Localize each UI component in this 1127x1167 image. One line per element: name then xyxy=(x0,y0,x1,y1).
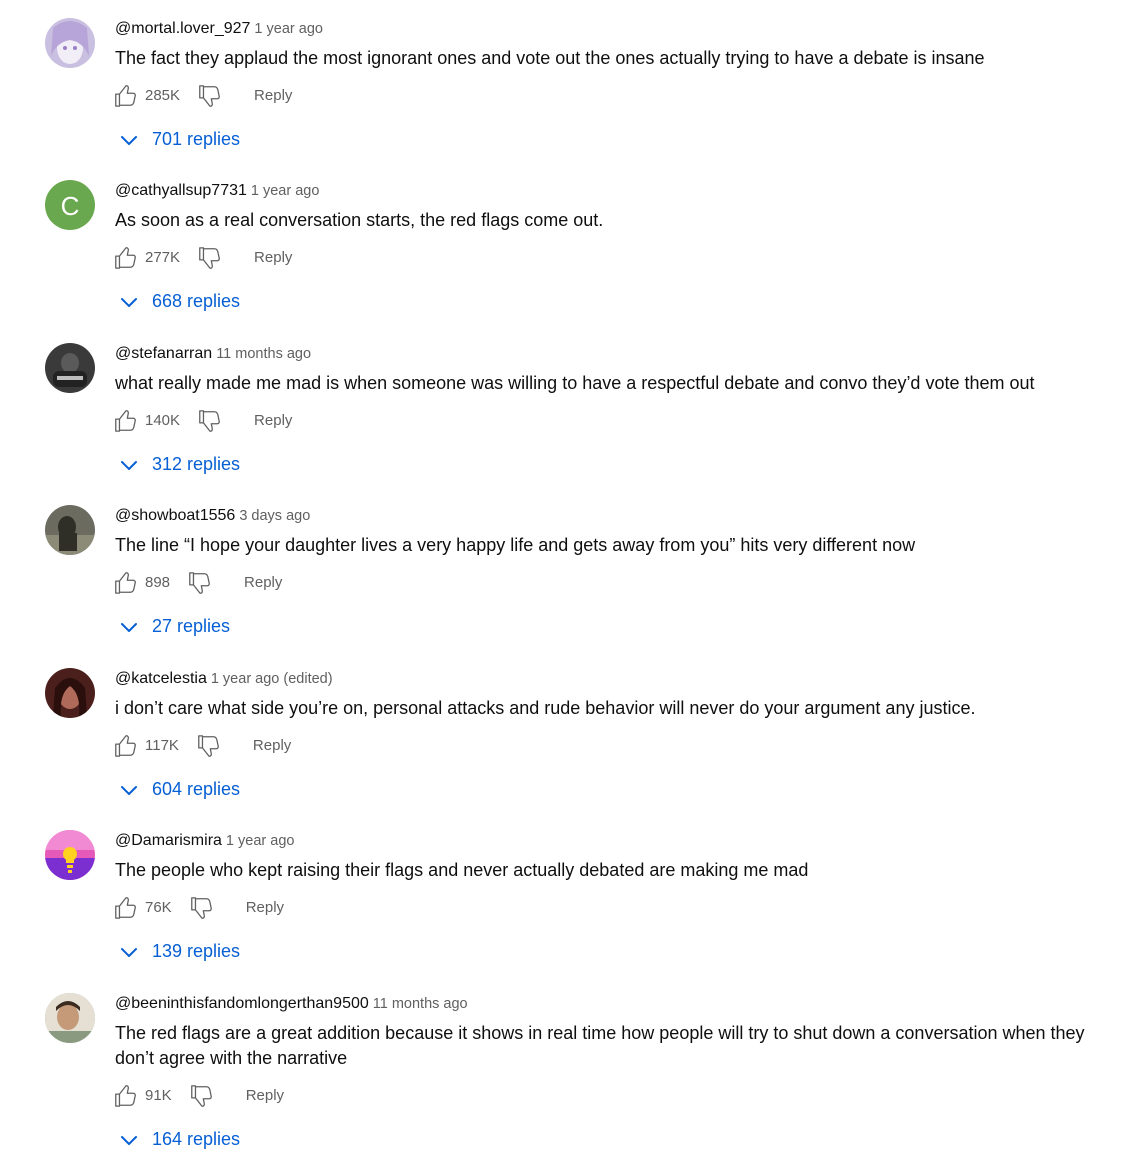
thumbs-down-icon[interactable] xyxy=(196,733,220,759)
avatar[interactable] xyxy=(45,18,95,68)
chevron-down-icon xyxy=(118,457,140,475)
thumbs-up-icon[interactable] xyxy=(113,245,137,271)
chevron-down-icon xyxy=(118,782,140,800)
avatar[interactable] xyxy=(45,830,95,880)
comment-header: @beeninthisfandomlongerthan9500 11 months… xyxy=(115,995,468,1013)
comment-timestamp[interactable]: 3 days ago xyxy=(239,508,310,524)
comment-text: As soon as a real conversation starts, t… xyxy=(115,210,604,230)
chevron-down-icon xyxy=(118,1132,140,1150)
comment-header: @Damarismira 1 year ago xyxy=(115,832,294,850)
like-count: 91K xyxy=(145,1087,172,1104)
replies-count-label: 312 replies xyxy=(152,454,241,474)
thumbs-down-icon[interactable] xyxy=(197,83,221,109)
comment-text: The line “I hope your daughter lives a v… xyxy=(115,535,916,555)
comment-text: The fact they applaud the most ignorant … xyxy=(115,48,985,68)
like-count: 76K xyxy=(145,899,172,916)
replies-count-label: 701 replies xyxy=(152,129,241,149)
reply-button[interactable]: Reply xyxy=(254,249,292,266)
replies-count-label: 604 replies xyxy=(152,779,241,799)
comment-timestamp[interactable]: 1 year ago xyxy=(251,183,320,199)
author-name[interactable]: @showboat1556 xyxy=(115,507,235,524)
comment-text: i don’t care what side you’re on, person… xyxy=(115,698,976,718)
like-count: 277K xyxy=(145,249,181,266)
reply-button[interactable]: Reply xyxy=(246,1087,284,1104)
thumbs-up-icon[interactable] xyxy=(113,733,137,759)
comment-header: @stefanarran 11 months ago xyxy=(115,345,311,363)
comment-timestamp[interactable]: 11 months ago xyxy=(373,996,468,1012)
author-name[interactable]: @katcelestia xyxy=(115,670,207,687)
thumbs-down-icon[interactable] xyxy=(187,570,211,596)
comment-text: what really made me mad is when someone … xyxy=(115,373,1035,393)
author-name[interactable]: @mortal.lover_927 xyxy=(115,20,250,37)
replies-count-label: 164 replies xyxy=(152,1129,241,1149)
replies-count-label: 668 replies xyxy=(152,291,241,311)
replies-count-label: 139 replies xyxy=(152,941,241,961)
reply-button[interactable]: Reply xyxy=(254,87,292,104)
thumbs-down-icon[interactable] xyxy=(189,895,213,921)
avatar[interactable] xyxy=(45,343,95,393)
like-count: 140K xyxy=(145,412,181,429)
author-name[interactable]: @beeninthisfandomlongerthan9500 xyxy=(115,995,369,1012)
reply-button[interactable]: Reply xyxy=(254,412,292,429)
chevron-down-icon xyxy=(118,132,140,150)
thumbs-up-icon[interactable] xyxy=(113,570,137,596)
avatar-letter: C xyxy=(61,191,80,221)
thumbs-up-icon[interactable] xyxy=(113,408,137,434)
author-name[interactable]: @cathyallsup7731 xyxy=(115,182,247,199)
comment-text: The people who kept raising their flags … xyxy=(115,860,809,880)
like-count: 285K xyxy=(145,87,181,104)
comment-timestamp[interactable]: 1 year ago xyxy=(254,21,323,37)
avatar[interactable] xyxy=(45,993,95,1043)
like-count: 117K xyxy=(145,737,179,754)
comment-timestamp[interactable]: 1 year ago (edited) xyxy=(211,671,333,687)
chevron-down-icon xyxy=(118,294,140,312)
author-name[interactable]: @Damarismira xyxy=(115,832,222,849)
comment-header: @showboat1556 3 days ago xyxy=(115,507,310,525)
thumbs-down-icon[interactable] xyxy=(197,245,221,271)
comment-timestamp[interactable]: 11 months ago xyxy=(216,346,311,362)
avatar[interactable] xyxy=(45,505,95,555)
author-name[interactable]: @stefanarran xyxy=(115,345,212,362)
avatar[interactable] xyxy=(45,668,95,718)
like-count: 898 xyxy=(145,574,171,591)
comment-header: @mortal.lover_927 1 year ago xyxy=(115,20,323,38)
chevron-down-icon xyxy=(118,619,140,637)
comment-header: @katcelestia 1 year ago (edited) xyxy=(115,670,333,688)
reply-button[interactable]: Reply xyxy=(244,574,282,591)
reply-button[interactable]: Reply xyxy=(253,737,291,754)
avatar[interactable]: C xyxy=(45,180,95,230)
comment-header: @cathyallsup7731 1 year ago xyxy=(115,182,319,200)
replies-count-label: 27 replies xyxy=(152,616,231,636)
thumbs-down-icon[interactable] xyxy=(197,408,221,434)
thumbs-up-icon[interactable] xyxy=(113,895,137,921)
comment-text: The red flags are a great addition becau… xyxy=(115,1023,1085,1068)
thumbs-up-icon[interactable] xyxy=(113,1083,137,1109)
chevron-down-icon xyxy=(118,944,140,962)
comment-timestamp[interactable]: 1 year ago xyxy=(226,833,295,849)
thumbs-up-icon[interactable] xyxy=(113,83,137,109)
thumbs-down-icon[interactable] xyxy=(189,1083,213,1109)
reply-button[interactable]: Reply xyxy=(246,899,284,916)
